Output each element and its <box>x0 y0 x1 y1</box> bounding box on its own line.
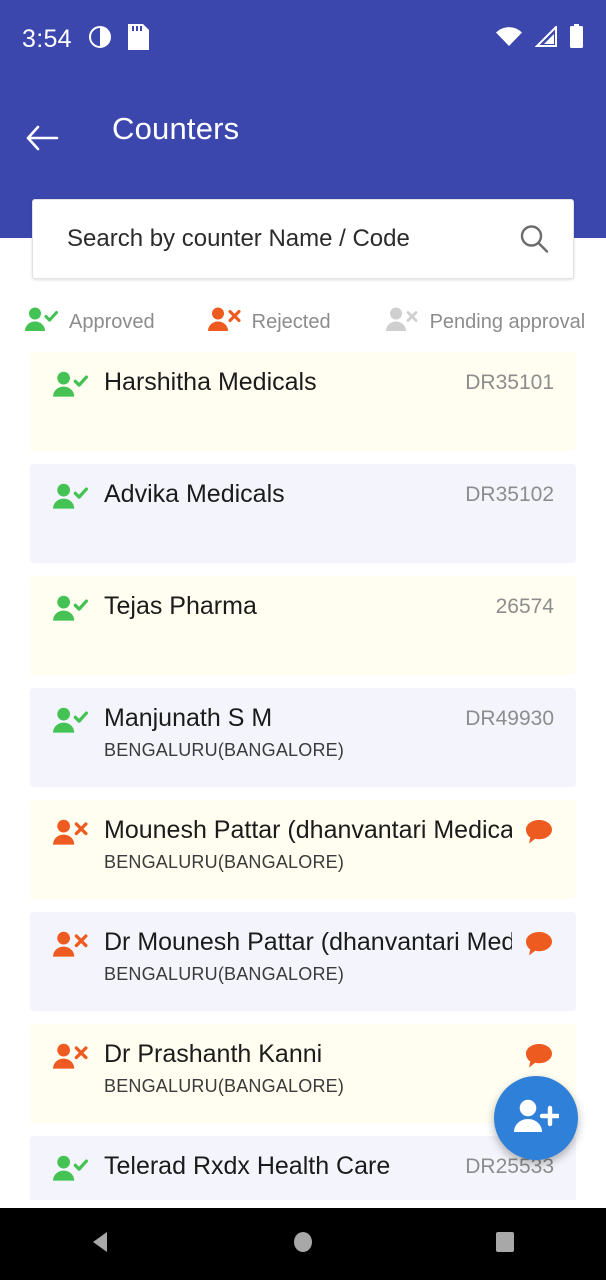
counter-info: Mounesh Pattar (dhanvantari Medicals) BEN… <box>104 816 512 873</box>
legend-label-pending: Pending approval <box>429 310 586 333</box>
counter-city: BENGALURU(BANGALORE) <box>104 852 345 872</box>
counter-list-item[interactable]: Mounesh Pattar (dhanvantari Medicals) BEN… <box>30 800 576 899</box>
wifi-icon <box>495 26 523 53</box>
counter-list-item[interactable]: Advika Medicals DR35102 <box>30 464 576 563</box>
android-nav-bar <box>0 1208 606 1280</box>
status-bar-clock: 3:54 <box>22 24 72 53</box>
status-bar: 3:54 <box>0 0 606 78</box>
counter-name: Telerad Rxdx Health Care <box>104 1152 391 1180</box>
remarks-chat-icon[interactable] <box>524 818 554 851</box>
counter-list-item[interactable]: Dr Mounesh Pattar (dhanvantari Medicals)… <box>30 912 576 1011</box>
counter-status-icon-approved <box>52 370 89 406</box>
legend-label-approved: Approved <box>69 310 155 333</box>
search-icon[interactable] <box>517 222 551 256</box>
counter-name: Harshitha Medicals <box>104 368 317 396</box>
counter-code: DR49930 <box>465 707 554 730</box>
counter-row: Manjunath S M BENGALURU(BANGALORE) DR49930 <box>52 704 554 761</box>
status-legend: Approved Rejected Pending approval <box>0 300 606 344</box>
nav-recents-button[interactable] <box>468 1208 542 1280</box>
counter-info: Dr Prashanth Kanni BENGALURU(BANGALORE) <box>104 1040 512 1097</box>
counter-city: BENGALURU(BANGALORE) <box>104 1076 345 1096</box>
counter-status-icon-rejected <box>52 818 88 854</box>
legend-item-pending[interactable]: Pending approval <box>385 306 586 339</box>
counter-list-item[interactable]: Manjunath S M BENGALURU(BANGALORE) DR49930 <box>30 688 576 787</box>
counter-info: Harshitha Medicals <box>104 368 453 396</box>
back-button[interactable] <box>18 116 66 164</box>
counter-list-item[interactable]: Telerad Rxdx Health Care DR25533 <box>30 1136 576 1200</box>
counter-name: Tejas Pharma <box>104 592 257 620</box>
counter-status-icon-rejected <box>52 930 88 966</box>
counter-row: Advika Medicals DR35102 <box>52 480 554 518</box>
person-x-icon <box>207 306 241 339</box>
legend-label-rejected: Rejected <box>251 310 331 333</box>
nav-back-icon <box>86 1227 116 1262</box>
phone-screen: 3:54 Counters Search by counter Name / C… <box>0 0 606 1280</box>
counter-code: DR35101 <box>465 371 554 394</box>
counter-row: Mounesh Pattar (dhanvantari Medicals) BEN… <box>52 816 554 873</box>
counter-info: Advika Medicals <box>104 480 453 508</box>
search-input[interactable] <box>67 225 517 253</box>
remarks-chat-icon[interactable] <box>524 930 554 963</box>
counter-name: Dr Mounesh Pattar (dhanvantari Medicals) <box>104 928 512 956</box>
counter-status-icon-rejected <box>52 1042 88 1078</box>
counter-city: BENGALURU(BANGALORE) <box>104 964 345 984</box>
status-bar-left: 3:54 <box>22 23 149 55</box>
counter-row: Tejas Pharma 26574 <box>52 592 554 630</box>
counter-info: Manjunath S M BENGALURU(BANGALORE) <box>104 704 453 761</box>
search-bar[interactable] <box>32 199 574 279</box>
counter-status-icon-approved <box>52 482 89 518</box>
nav-recents-icon <box>490 1227 520 1262</box>
person-add-icon <box>513 1097 561 1140</box>
nav-back-button[interactable] <box>64 1208 138 1280</box>
counter-list-item[interactable]: Tejas Pharma 26574 <box>30 576 576 675</box>
sd-card-icon <box>127 23 149 55</box>
counter-status-icon-approved <box>52 594 89 630</box>
counters-list[interactable]: Harshitha Medicals DR35101 Advika Medicals… <box>0 352 606 1200</box>
counter-status-icon-approved <box>52 1154 89 1190</box>
counter-code: 26574 <box>495 595 554 618</box>
page-title: Counters <box>112 111 240 146</box>
counter-row: Dr Prashanth Kanni BENGALURU(BANGALORE) <box>52 1040 554 1097</box>
legend-item-approved[interactable]: Approved <box>24 306 155 339</box>
counter-code: DR35102 <box>465 483 554 506</box>
remarks-chat-icon[interactable] <box>524 1042 554 1075</box>
battery-icon <box>569 24 584 54</box>
counter-city: BENGALURU(BANGALORE) <box>104 740 345 760</box>
counter-status-icon-approved <box>52 706 89 742</box>
counter-info: Telerad Rxdx Health Care <box>104 1152 453 1180</box>
counter-name: Dr Prashanth Kanni <box>104 1040 323 1068</box>
dnd-icon <box>88 25 112 54</box>
counter-name: Manjunath S M <box>104 704 273 732</box>
counter-info: Dr Mounesh Pattar (dhanvantari Medicals)… <box>104 928 512 985</box>
nav-home-icon <box>288 1227 318 1262</box>
nav-home-button[interactable] <box>266 1208 340 1280</box>
add-counter-fab[interactable] <box>494 1076 578 1160</box>
legend-item-rejected[interactable]: Rejected <box>207 306 331 339</box>
person-check-icon <box>24 306 59 339</box>
cellular-signal-icon <box>534 24 558 53</box>
counter-name: Advika Medicals <box>104 480 285 508</box>
status-bar-right <box>495 24 584 54</box>
back-arrow-icon <box>25 124 59 157</box>
counter-list-item[interactable]: Harshitha Medicals DR35101 <box>30 352 576 451</box>
counter-row: Harshitha Medicals DR35101 <box>52 368 554 406</box>
person-x-pending-icon <box>385 306 419 339</box>
counter-name: Mounesh Pattar (dhanvantari Medicals) <box>104 816 512 844</box>
counter-info: Tejas Pharma <box>104 592 484 620</box>
counter-row: Dr Mounesh Pattar (dhanvantari Medicals)… <box>52 928 554 985</box>
counter-row: Telerad Rxdx Health Care DR25533 <box>52 1152 554 1190</box>
